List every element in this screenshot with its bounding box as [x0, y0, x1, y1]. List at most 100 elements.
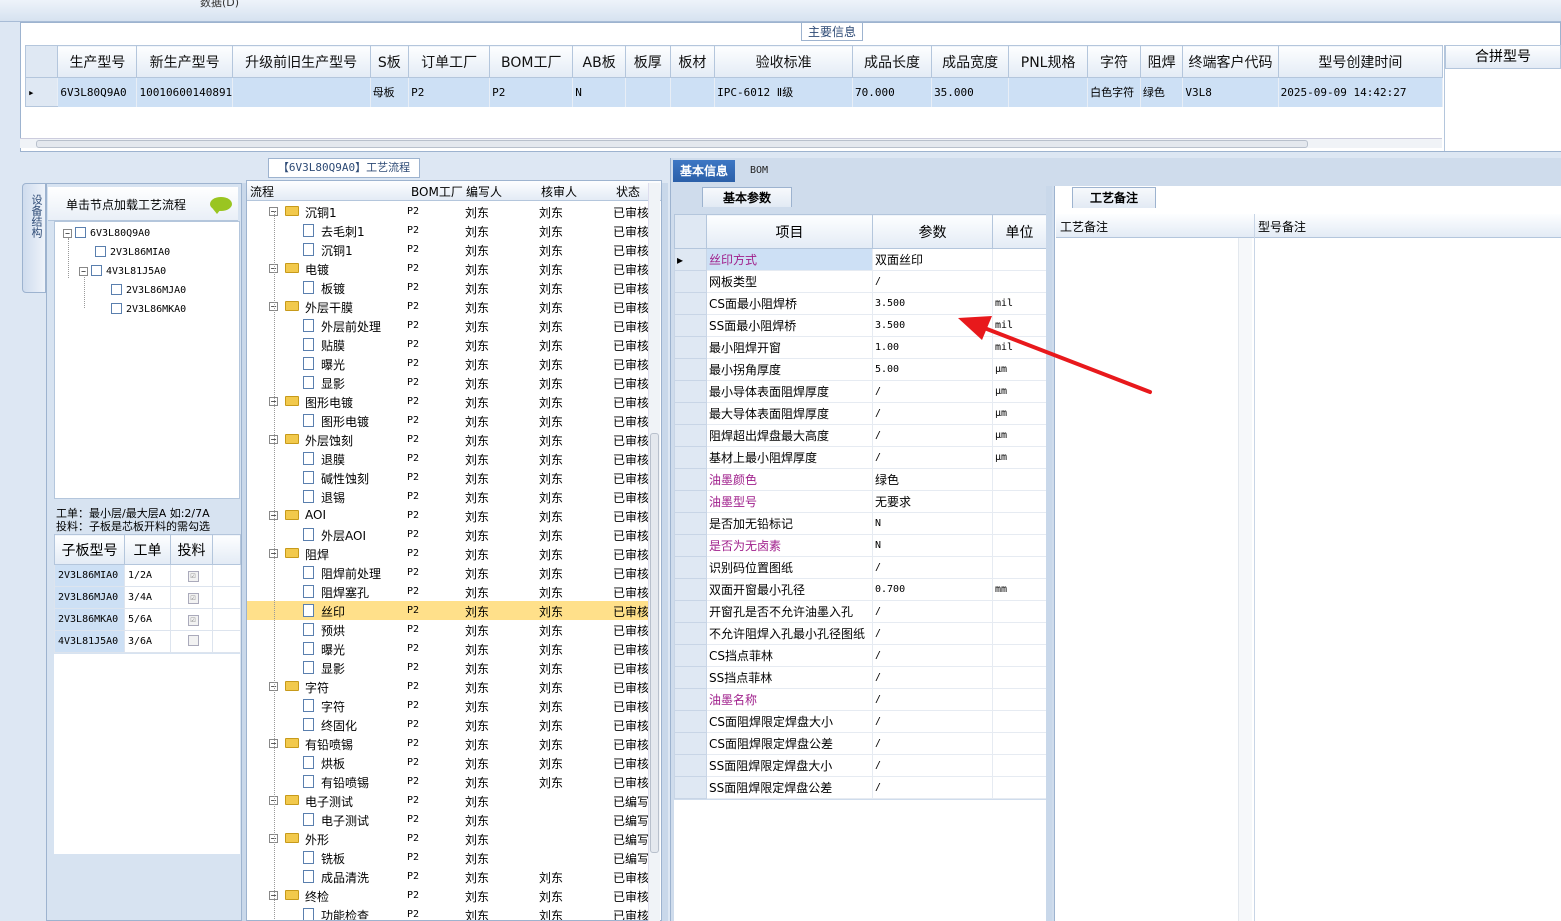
param-row[interactable]: SS面阻焊限定焊盘大小 /: [674, 754, 1047, 777]
cell[interactable]: 70.000: [852, 77, 933, 107]
param-value[interactable]: N: [872, 534, 993, 557]
col-header[interactable]: 订单工厂: [408, 45, 491, 78]
col-status[interactable]: 状态: [616, 183, 640, 200]
param-row[interactable]: 识别码位置图纸 /: [674, 556, 1047, 579]
cell[interactable]: 35.000: [931, 77, 1010, 107]
flow-row[interactable]: − 电镀 P2 刘东 刘东 已审核: [247, 259, 651, 278]
sub-model[interactable]: 2V3L86MJA0: [54, 586, 125, 609]
col-header[interactable]: PNL规格: [1008, 45, 1089, 78]
scroll-thumb[interactable]: [650, 433, 659, 853]
param-value[interactable]: /: [872, 688, 993, 711]
col-header[interactable]: 成品长度: [852, 45, 933, 78]
param-row[interactable]: CS挡点菲林 /: [674, 644, 1047, 667]
param-value[interactable]: 绿色: [872, 468, 993, 491]
param-row[interactable]: 是否加无铅标记 N: [674, 512, 1047, 535]
param-row[interactable]: 油墨颜色 绿色: [674, 468, 1047, 491]
flow-row[interactable]: − 沉铜1 P2 刘东 刘东 已审核: [247, 202, 651, 221]
tab-process-notes[interactable]: 工艺备注: [1072, 187, 1156, 208]
flow-row[interactable]: 字符 P2 刘东 刘东 已审核: [247, 696, 651, 715]
param-row[interactable]: CS面阻焊限定焊盘大小 /: [674, 710, 1047, 733]
param-value[interactable]: /: [872, 556, 993, 579]
col-header[interactable]: BOM工厂: [489, 45, 574, 78]
cell[interactable]: IPC-6012 Ⅱ级: [714, 77, 854, 107]
flow-row[interactable]: − 阻焊 P2 刘东 刘东 已审核: [247, 544, 651, 563]
flow-row[interactable]: − 外形 P2 刘东 已编写: [247, 829, 651, 848]
feed-checkbox[interactable]: [170, 630, 213, 653]
collapse-icon[interactable]: −: [79, 267, 88, 276]
flow-row[interactable]: 阻焊前处理 P2 刘东 刘东 已审核: [247, 563, 651, 582]
col-header[interactable]: 阻焊: [1139, 45, 1184, 78]
flow-row[interactable]: 板镀 P2 刘东 刘东 已审核: [247, 278, 651, 297]
flow-row[interactable]: 外层AOI P2 刘东 刘东 已审核: [247, 525, 651, 544]
flow-row[interactable]: 丝印 P2 刘东 刘东 已审核: [247, 601, 651, 620]
cell[interactable]: 绿色: [1140, 77, 1184, 107]
param-value[interactable]: /: [872, 600, 993, 623]
col-header[interactable]: 板厚: [624, 45, 671, 78]
flow-row[interactable]: 显影 P2 刘东 刘东 已审核: [247, 373, 651, 392]
tree-node-root[interactable]: −6V3L80Q9A0: [63, 227, 150, 239]
col-header[interactable]: 板材: [669, 45, 716, 78]
col-sub-model[interactable]: 子板型号: [54, 534, 125, 565]
flow-row[interactable]: − 外层干膜 P2 刘东 刘东 已审核: [247, 297, 651, 316]
param-row[interactable]: ▸ 丝印方式 双面丝印: [674, 248, 1047, 271]
col-header[interactable]: AB板: [572, 45, 626, 78]
param-row[interactable]: 油墨型号 无要求: [674, 490, 1047, 513]
param-row[interactable]: CS面阻焊限定焊盘公差 /: [674, 732, 1047, 755]
tab-basic-info[interactable]: 基本信息: [673, 160, 736, 182]
cell[interactable]: P2: [489, 77, 574, 107]
flow-row[interactable]: − AOI P2 刘东 刘东 已审核: [247, 506, 651, 525]
collapse-icon[interactable]: −: [63, 229, 72, 238]
flow-row[interactable]: 显影 P2 刘东 刘东 已审核: [247, 658, 651, 677]
param-row[interactable]: 双面开窗最小孔径 0.700 mm: [674, 578, 1047, 601]
param-row[interactable]: 是否为无卤素 N: [674, 534, 1047, 557]
param-value[interactable]: /: [872, 754, 993, 777]
menu-partial-label[interactable]: 数据(D): [200, 0, 239, 10]
cell[interactable]: 6V3L80Q9A0: [57, 77, 138, 107]
flow-row[interactable]: 图形电镀 P2 刘东 刘东 已审核: [247, 411, 651, 430]
flow-row[interactable]: 电子测试 P2 刘东 已编写: [247, 810, 651, 829]
col-header[interactable]: S板: [369, 45, 410, 78]
flow-row[interactable]: 成品清洗 P2 刘东 刘东 已审核: [247, 867, 651, 886]
cell[interactable]: 白色字符: [1087, 77, 1141, 107]
cell[interactable]: [232, 77, 371, 107]
param-value[interactable]: /: [872, 424, 993, 447]
col-item[interactable]: 项目: [706, 214, 873, 249]
col-writer[interactable]: 编写人: [466, 183, 502, 200]
tree-node[interactable]: 2V3L86MJA0: [111, 284, 186, 296]
splitter-right[interactable]: [1046, 186, 1052, 921]
param-row[interactable]: 网板类型 /: [674, 270, 1047, 293]
table-row[interactable]: 4V3L81J5A0 3/6A: [54, 630, 241, 653]
col-header[interactable]: 生产型号: [57, 45, 138, 78]
flow-row[interactable]: − 外层蚀刻 P2 刘东 刘东 已审核: [247, 430, 651, 449]
param-row[interactable]: 开窗孔是否不允许油墨入孔 /: [674, 600, 1047, 623]
param-row[interactable]: 基材上最小阻焊厚度 / μm: [674, 446, 1047, 469]
param-value[interactable]: /: [872, 710, 993, 733]
flow-row[interactable]: 有铅喷锡 P2 刘东 刘东 已审核: [247, 772, 651, 791]
col-header[interactable]: 升级前旧生产型号: [231, 45, 371, 78]
flow-row[interactable]: 阻焊塞孔 P2 刘东 刘东 已审核: [247, 582, 651, 601]
param-row[interactable]: SS挡点菲林 /: [674, 666, 1047, 689]
col-header[interactable]: 终端客户代码: [1182, 45, 1279, 78]
col-header[interactable]: 新生产型号: [136, 45, 233, 78]
flow-row[interactable]: 烘板 P2 刘东 刘东 已审核: [247, 753, 651, 772]
col-workorder[interactable]: 工单: [124, 534, 171, 565]
sub-model[interactable]: 2V3L86MKA0: [54, 608, 125, 631]
flow-row[interactable]: 去毛刺1 P2 刘东 刘东 已审核: [247, 221, 651, 240]
splitter-mid[interactable]: [662, 183, 668, 921]
param-value[interactable]: /: [872, 666, 993, 689]
sub-workorder[interactable]: 1/2A: [124, 564, 171, 587]
main-grid-hscrollbar[interactable]: [20, 138, 1442, 148]
feed-checkbox[interactable]: ☑: [170, 608, 213, 631]
feed-checkbox[interactable]: ☑: [170, 586, 213, 609]
tab-bom[interactable]: BOM: [743, 160, 775, 182]
param-value[interactable]: N: [872, 512, 993, 535]
flow-row[interactable]: 贴膜 P2 刘东 刘东 已审核: [247, 335, 651, 354]
notes-vscrollbar[interactable]: [1238, 238, 1252, 921]
flow-row[interactable]: 碱性蚀刻 P2 刘东 刘东 已审核: [247, 468, 651, 487]
subtab-basic-params[interactable]: 基本参数: [702, 187, 792, 207]
sub-workorder[interactable]: 3/6A: [124, 630, 171, 653]
flow-row[interactable]: 预烘 P2 刘东 刘东 已审核: [247, 620, 651, 639]
param-value[interactable]: /: [872, 446, 993, 469]
side-tab-structure[interactable]: 设备结构: [22, 183, 46, 293]
cell[interactable]: P2: [408, 77, 491, 107]
